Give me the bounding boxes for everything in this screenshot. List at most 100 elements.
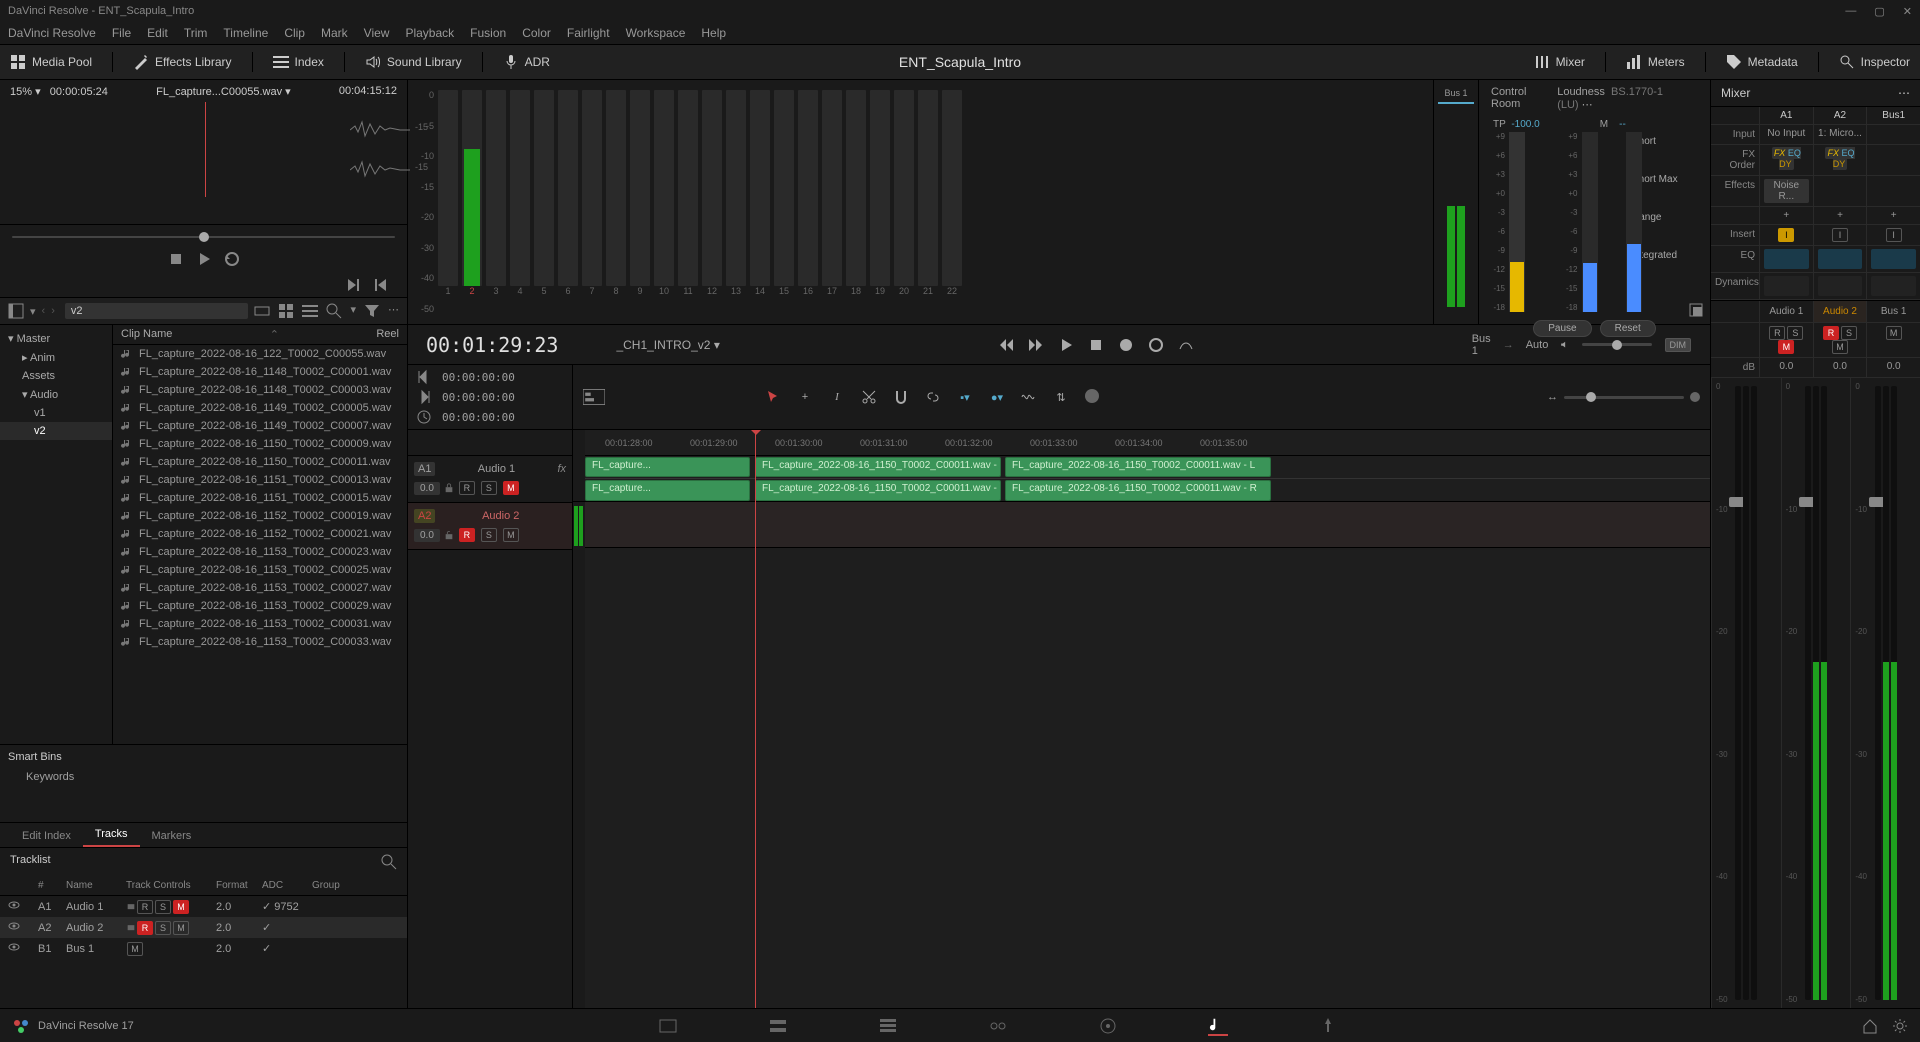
flag-tool[interactable]: ▪▾ — [957, 389, 973, 405]
audio-clip[interactable]: FL_capture_2022-08-16_1150_T0002_C00011.… — [755, 457, 1001, 477]
clip-row[interactable]: FL_capture_2022-08-16_1153_T0002_C00025.… — [113, 561, 407, 579]
clip-row[interactable]: FL_capture_2022-08-16_1153_T0002_C00029.… — [113, 597, 407, 615]
tab-tracks[interactable]: Tracks — [83, 823, 140, 847]
skip-fwd-icon[interactable] — [416, 389, 432, 405]
mixer-fx-order-0[interactable]: FX EQ DY — [1759, 145, 1813, 175]
menu-mark[interactable]: Mark — [321, 26, 348, 40]
menu-edit[interactable]: Edit — [147, 26, 168, 40]
mixer-input-0[interactable]: No Input — [1759, 125, 1813, 144]
tab-edit-index[interactable]: Edit Index — [10, 825, 83, 847]
track-a2-vol[interactable]: 0.0 — [414, 529, 440, 542]
monitor-volume-slider[interactable] — [1582, 343, 1652, 346]
track-a2-arm[interactable]: R — [459, 528, 475, 542]
mixer-fx-order-1[interactable]: FX EQ DY — [1813, 145, 1867, 175]
track-a2-solo[interactable]: S — [481, 528, 497, 542]
mixer-eq-0[interactable] — [1759, 246, 1813, 272]
mixer-effects-2[interactable] — [1866, 176, 1920, 206]
play-button-tl[interactable] — [1058, 337, 1074, 353]
track-a1-vol[interactable]: 0.0 — [414, 482, 440, 495]
track-a1-name[interactable]: Audio 1 — [478, 463, 515, 475]
mixer-dynamics-1[interactable] — [1813, 273, 1867, 299]
bin-audio[interactable]: ▾ Audio — [0, 385, 112, 404]
monitor-auto[interactable]: Auto — [1526, 339, 1549, 351]
fader-bus1-db[interactable]: 0.0 — [1866, 358, 1920, 377]
menu-color[interactable]: Color — [522, 26, 551, 40]
inspector-button[interactable]: Inspector — [1839, 54, 1910, 70]
clip-row[interactable]: FL_capture_2022-08-16_1148_T0002_C00001.… — [113, 363, 407, 381]
track-a1-solo[interactable]: S — [481, 481, 497, 495]
mixer-button[interactable]: Mixer — [1534, 54, 1585, 70]
clip-row[interactable]: FL_capture_2022-08-16_1148_T0002_C00003.… — [113, 381, 407, 399]
bin-path-input[interactable] — [65, 303, 249, 319]
bin-menu[interactable]: ⋯ — [388, 303, 399, 319]
unlock-icon[interactable] — [444, 530, 454, 540]
bin-assets[interactable]: Assets — [0, 367, 112, 385]
view-thumb-icon[interactable] — [278, 303, 294, 319]
bin-fwd[interactable]: › — [51, 305, 55, 317]
col-clip-name[interactable]: Clip Name — [121, 328, 172, 341]
mixer-eq-2[interactable] — [1866, 246, 1920, 272]
track-a2-id[interactable]: A2 — [414, 509, 435, 523]
clock-icon[interactable] — [416, 409, 432, 425]
mixer-col-a2[interactable]: A2 — [1813, 107, 1867, 124]
timeline-playhead[interactable] — [755, 430, 756, 1008]
loop-button-tl[interactable] — [1148, 337, 1164, 353]
skip-back-icon[interactable] — [416, 369, 432, 385]
next-button[interactable] — [345, 277, 361, 293]
loudness-pause-button[interactable]: Pause — [1533, 320, 1591, 337]
menu-playback[interactable]: Playback — [405, 26, 454, 40]
mixer-col-bus1[interactable]: Bus1 — [1866, 107, 1920, 124]
media-pool-button[interactable]: Media Pool — [10, 54, 92, 70]
tracklist-search-icon[interactable] — [381, 854, 397, 870]
prev-button[interactable] — [373, 277, 389, 293]
meters-button[interactable]: Meters — [1626, 54, 1685, 70]
timeline-name[interactable]: _CH1_INTRO_v2 — [616, 338, 710, 352]
text-tool[interactable]: I — [829, 389, 845, 405]
mixer-fx-order-2[interactable] — [1866, 145, 1920, 175]
track-a2-name[interactable]: Audio 2 — [482, 510, 519, 522]
menu-fusion[interactable]: Fusion — [470, 26, 506, 40]
menu-view[interactable]: View — [364, 26, 390, 40]
page-media[interactable] — [658, 1016, 678, 1036]
bin-master[interactable]: ▾ Master — [0, 329, 112, 348]
sound-library-button[interactable]: Sound Library — [365, 54, 462, 70]
audio-clip[interactable]: FL_capture_2022-08-16_1150_T0002_C00011.… — [1005, 457, 1271, 477]
mixer-dynamics-0[interactable] — [1759, 273, 1813, 299]
maximize-button[interactable]: ▢ — [1874, 5, 1884, 18]
menu-clip[interactable]: Clip — [284, 26, 305, 40]
audio-clip[interactable]: FL_capture_2022-08-16_1150_T0002_C00011.… — [1005, 480, 1271, 501]
filter-icon[interactable] — [364, 303, 380, 319]
bin-anim[interactable]: ▸ Anim — [0, 348, 112, 367]
menu-fairlight[interactable]: Fairlight — [567, 26, 610, 40]
mixer-insert-1[interactable]: I — [1813, 225, 1867, 245]
timeline-timecode[interactable]: 00:01:29:23 — [426, 333, 558, 357]
menu-timeline[interactable]: Timeline — [223, 26, 268, 40]
page-deliver[interactable] — [1318, 1016, 1338, 1036]
tracklist-row-a2[interactable]: A2Audio 2RSM2.0✓ — [0, 917, 407, 938]
bin-v1[interactable]: v1 — [0, 404, 112, 422]
clip-row[interactable]: FL_capture_2022-08-16_1149_T0002_C00005.… — [113, 399, 407, 417]
page-color[interactable] — [1098, 1016, 1118, 1036]
mixer-add-1[interactable]: + — [1813, 207, 1867, 224]
mixer-col-a1[interactable]: A1 — [1759, 107, 1813, 124]
menu-workspace[interactable]: Workspace — [626, 26, 686, 40]
timeline-view-icon[interactable] — [583, 389, 605, 405]
clip-row[interactable]: FL_capture_2022-08-16_1151_T0002_C00013.… — [113, 471, 407, 489]
audio-clip[interactable]: FL_capture... — [585, 480, 750, 501]
clip-row[interactable]: FL_capture_2022-08-16_1153_T0002_C00027.… — [113, 579, 407, 597]
home-icon[interactable] — [1862, 1018, 1878, 1034]
ffwd-button[interactable] — [1028, 337, 1044, 353]
smart-bin-keywords[interactable]: Keywords — [8, 771, 399, 783]
fader-a1[interactable]: 0-10-20-30-40-50 — [1711, 378, 1781, 1008]
page-fusion[interactable] — [988, 1016, 1008, 1036]
dim-button[interactable]: DIM — [1665, 338, 1692, 352]
wave-tool[interactable] — [1021, 389, 1037, 405]
record-button[interactable] — [1118, 337, 1134, 353]
audio-clip[interactable]: FL_capture_2022-08-16_1150_T0002_C00011.… — [755, 480, 1001, 501]
menu-help[interactable]: Help — [701, 26, 726, 40]
preview-clip-name[interactable]: FL_capture...C00055.wav — [156, 86, 282, 98]
effects-library-button[interactable]: Effects Library — [133, 54, 231, 70]
mixer-menu[interactable]: ⋯ — [1898, 86, 1910, 100]
fader-bus1[interactable]: 0-10-20-30-40-50 — [1850, 378, 1920, 1008]
page-cut[interactable] — [768, 1016, 788, 1036]
